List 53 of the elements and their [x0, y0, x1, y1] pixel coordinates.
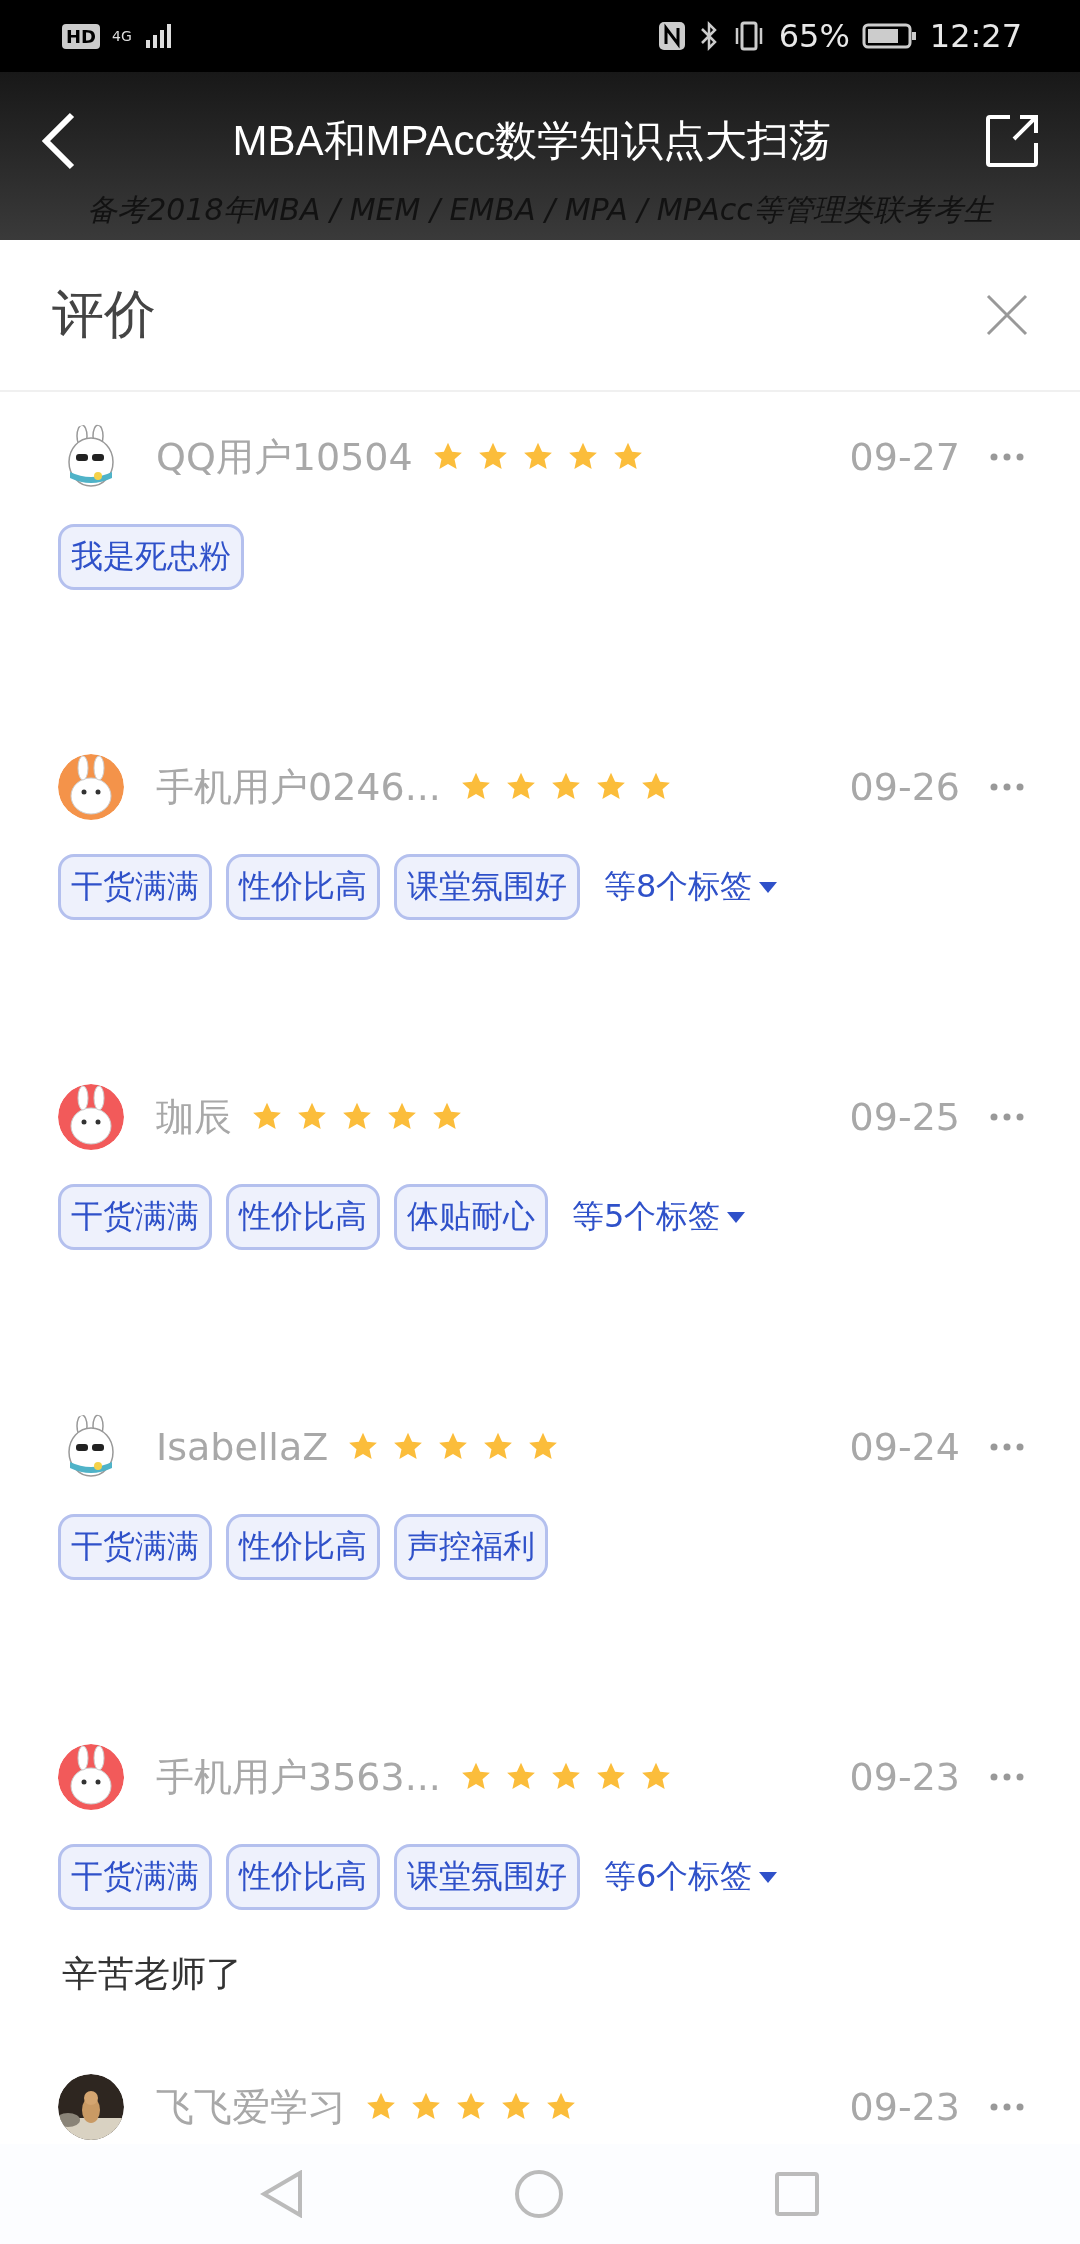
battery-percent: 65%: [778, 17, 850, 55]
user-name[interactable]: 珈辰: [156, 1091, 232, 1143]
back-nav-icon[interactable]: [260, 2170, 304, 2218]
review-date: 09-24: [849, 1425, 960, 1469]
panel-title: 评价: [52, 283, 157, 346]
bluetooth-icon: [698, 20, 719, 52]
close-icon[interactable]: [986, 294, 1028, 336]
review-tag: 我是死忠粉: [58, 524, 244, 590]
review-tag: 干货满满: [58, 1844, 212, 1910]
caret-icon: [726, 1210, 747, 1224]
review-date: 09-26: [849, 765, 960, 809]
recents-nav-icon[interactable]: [774, 2171, 820, 2217]
review-tag: 性价比高: [226, 1844, 380, 1910]
user-name[interactable]: 飞飞爱学习: [156, 2081, 346, 2133]
more-tags-link[interactable]: 等8个标签: [604, 865, 779, 909]
share-icon[interactable]: [984, 113, 1040, 169]
more-icon[interactable]: [990, 783, 1024, 791]
battery-icon: [861, 22, 918, 50]
caret-icon: [758, 880, 779, 894]
more-tags-link[interactable]: 等5个标签: [572, 1195, 747, 1239]
review-tag: 干货满满: [58, 854, 212, 920]
review-tag: 性价比高: [226, 854, 380, 920]
more-icon[interactable]: [990, 1773, 1024, 1781]
hd-badge: HD: [62, 23, 100, 49]
more-icon[interactable]: [990, 2103, 1024, 2111]
more-icon[interactable]: [990, 1113, 1024, 1121]
review-date: 09-23: [849, 2085, 960, 2129]
review-tag: 性价比高: [226, 1184, 380, 1250]
signal-icon: [143, 22, 174, 50]
review-tag: 体贴耐心: [394, 1184, 548, 1250]
review-date: 09-27: [849, 435, 960, 479]
user-name[interactable]: 手机用户3563...: [156, 1751, 441, 1803]
review-comment: 辛苦老师了: [62, 1952, 243, 1996]
nfc-icon: [656, 20, 687, 52]
home-nav-icon[interactable]: [514, 2169, 564, 2219]
user-name[interactable]: QQ用户10504: [156, 431, 413, 483]
clock: 12:27: [929, 17, 1022, 55]
review-date: 09-25: [849, 1095, 960, 1139]
caret-icon: [758, 1870, 779, 1884]
review-tag: 性价比高: [226, 1514, 380, 1580]
review-tag: 干货满满: [58, 1184, 212, 1250]
page-title: MBA和MPAcc数学知识点大扫荡: [231, 116, 833, 166]
user-name[interactable]: 手机用户0246...: [156, 761, 441, 813]
review-tag: 干货满满: [58, 1514, 212, 1580]
review-tag: 课堂氛围好: [394, 1844, 580, 1910]
user-name[interactable]: IsabellaZ: [156, 1425, 329, 1469]
review-tag: 课堂氛围好: [394, 854, 580, 920]
more-icon[interactable]: [990, 453, 1024, 461]
review-date: 09-23: [849, 1755, 960, 1799]
review-tag: 声控福利: [394, 1514, 548, 1580]
more-tags-link[interactable]: 等6个标签: [604, 1855, 779, 1899]
network-label: 4G: [112, 28, 132, 44]
more-icon[interactable]: [990, 1443, 1024, 1451]
